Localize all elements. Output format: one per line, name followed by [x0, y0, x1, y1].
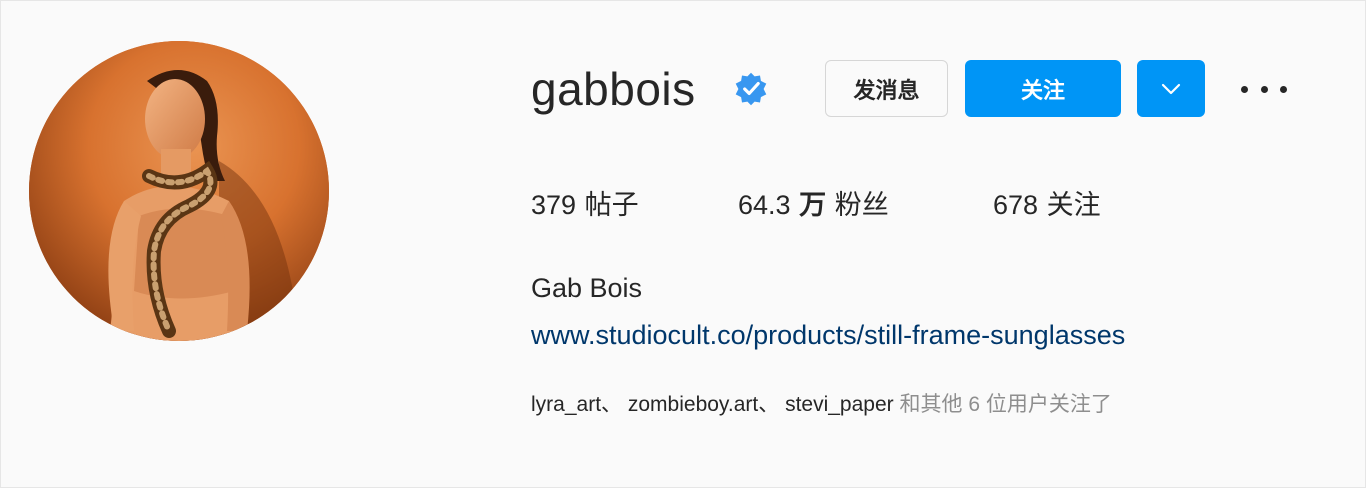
bio-link[interactable]: www.studiocult.co/products/still-frame-s… [531, 320, 1125, 351]
more-horizontal-icon [1260, 85, 1268, 93]
followers-label: 粉丝 [834, 190, 889, 221]
more-horizontal-icon [1241, 85, 1248, 93]
follower-link[interactable]: zombieboy.art [628, 393, 758, 416]
posts-stat[interactable]: 379 帖子 [531, 183, 639, 222]
suggested-accounts-dropdown-button[interactable] [1137, 60, 1205, 117]
followed-by-suffix: 和其他 6 位用户关注了 [899, 393, 1112, 416]
following-count: 678 [993, 190, 1039, 220]
avatar-photo [29, 41, 329, 341]
follow-button[interactable]: 关注 [965, 60, 1121, 117]
follower-link[interactable]: lyra_art [531, 393, 601, 416]
more-horizontal-icon [1280, 85, 1287, 93]
message-button[interactable]: 发消息 [825, 60, 948, 117]
followed-by-text: lyra_art、 zombieboy.art、 stevi_paper 和其他… [531, 388, 1112, 418]
following-label: 关注 [1046, 190, 1101, 221]
full-name: Gab Bois [531, 273, 643, 303]
posts-count: 379 [531, 190, 577, 220]
chevron-down-icon [1161, 83, 1181, 94]
profile-header: gabbois 发消息 关注 379 帖子 64.3 万 粉丝 678 关注 G… [0, 0, 1366, 488]
followers-stat[interactable]: 64.3 万 粉丝 [738, 183, 889, 222]
separator: 、 [601, 393, 623, 416]
followers-count: 64.3 [738, 190, 791, 220]
posts-label: 帖子 [584, 190, 639, 221]
following-stat[interactable]: 678 关注 [993, 183, 1101, 222]
username: gabbois [531, 63, 696, 115]
follower-link[interactable]: stevi_paper [785, 393, 894, 416]
profile-avatar[interactable] [29, 41, 329, 341]
more-options-button[interactable] [1241, 77, 1287, 101]
followers-unit: 万 [799, 190, 827, 221]
verified-badge-icon [735, 72, 767, 106]
separator: 、 [758, 393, 780, 416]
